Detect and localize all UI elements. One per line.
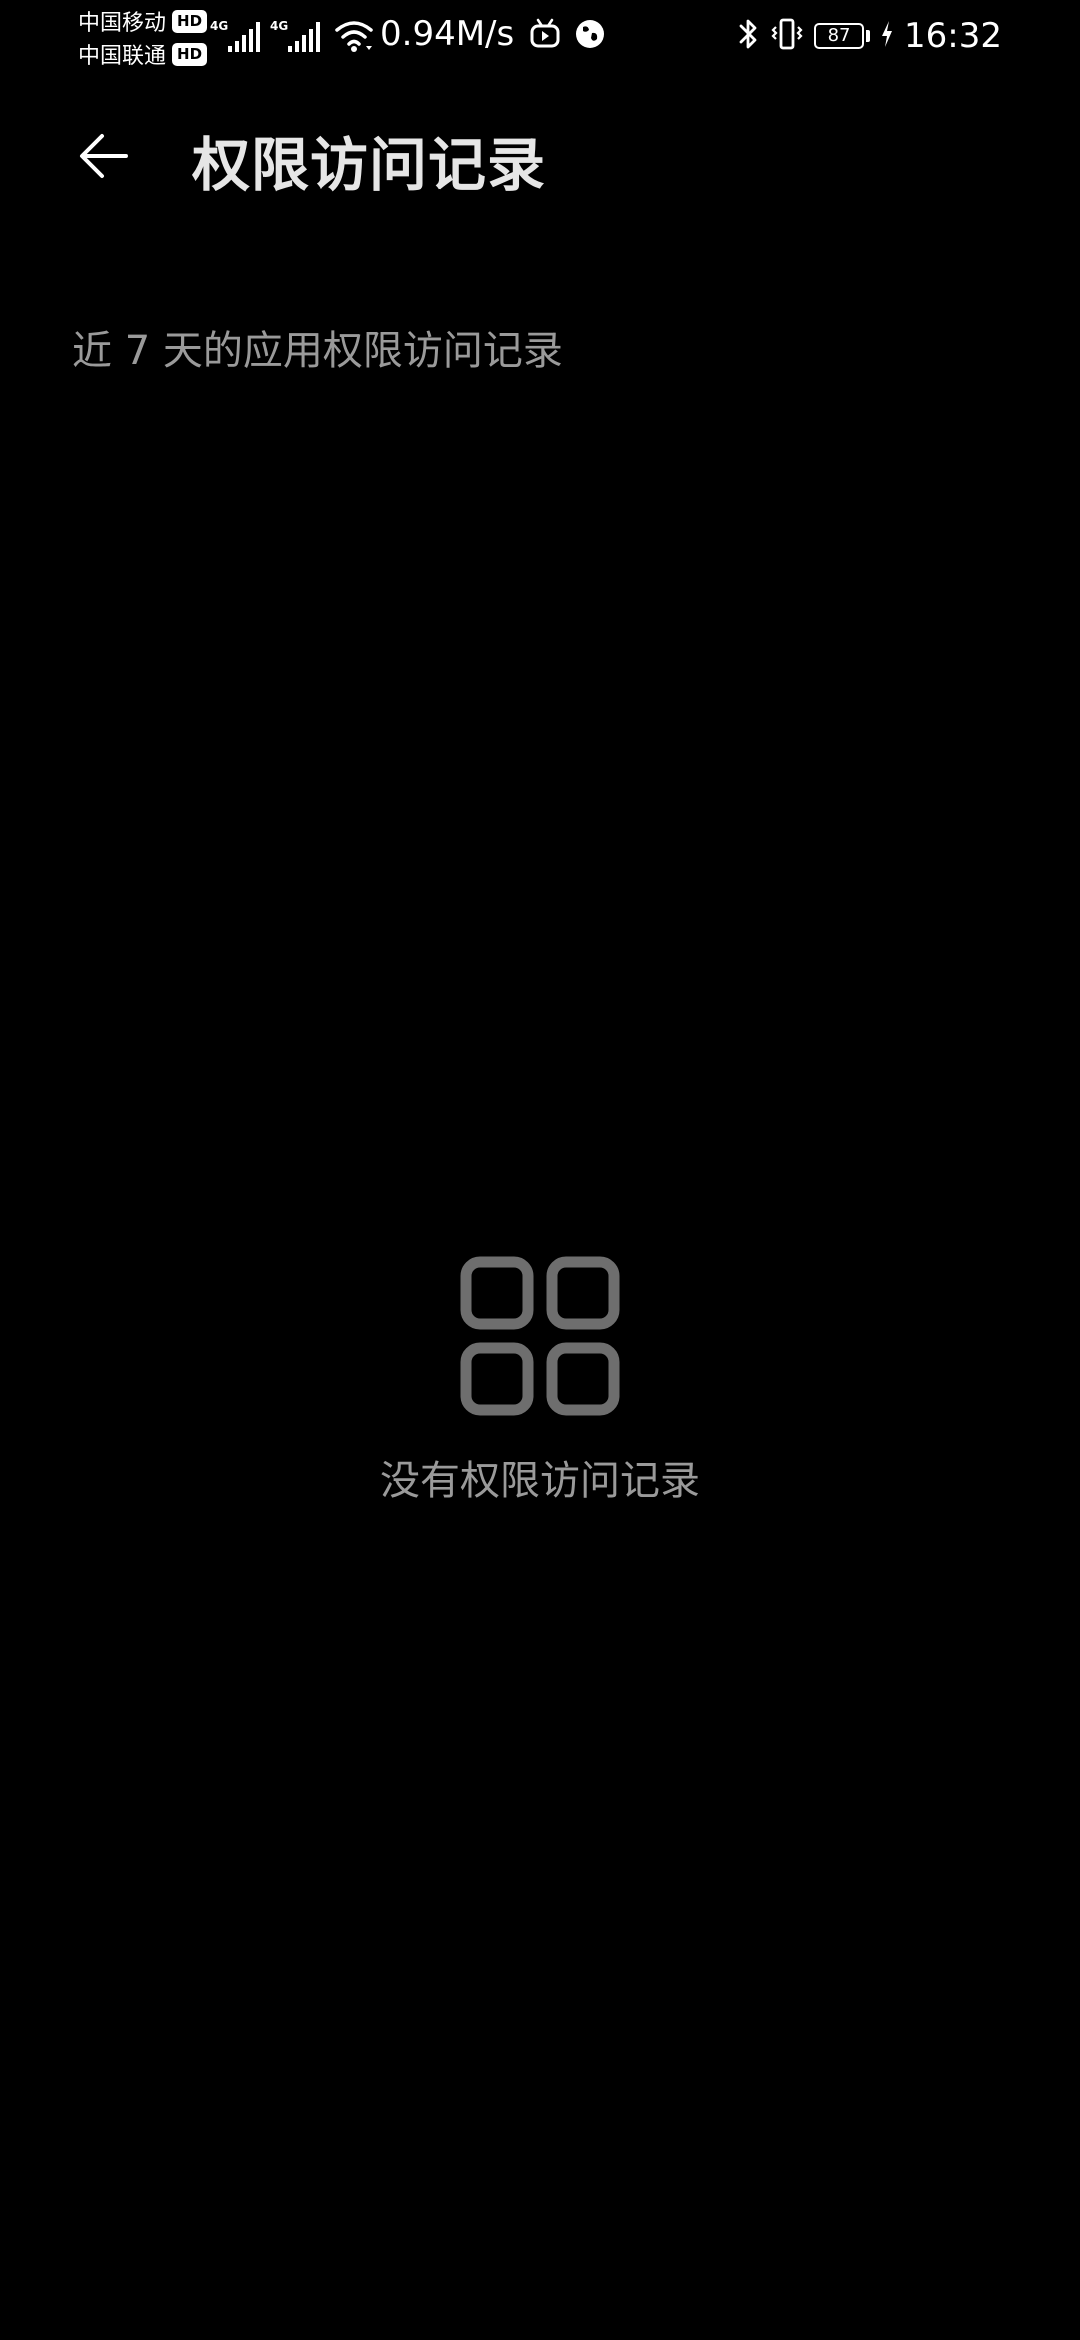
app-header: 权限访问记录 bbox=[0, 100, 1080, 212]
signal-indicators: 4G 4G bbox=[210, 18, 374, 54]
signal-2-icon: 4G bbox=[270, 18, 324, 54]
carrier-2: 中国联通 HD bbox=[78, 39, 208, 69]
app-grid-icon bbox=[460, 1256, 620, 1416]
vibrate-icon bbox=[770, 17, 804, 55]
browser-globe-icon bbox=[574, 18, 606, 54]
battery-indicator: 87 bbox=[814, 23, 871, 49]
carrier-info: 中国移动 HD 中国联通 HD bbox=[78, 6, 208, 69]
battery-level: 87 bbox=[814, 23, 865, 49]
carrier-2-name: 中国联通 bbox=[78, 44, 167, 69]
status-bar: 中国移动 HD 中国联通 HD 4G 4G 0.94M/s 87 16:32 bbox=[0, 0, 1080, 72]
network-type-2: 4G bbox=[270, 19, 288, 33]
section-subtitle: 近 7 天的应用权限访问记录 bbox=[72, 328, 563, 374]
page-title: 权限访问记录 bbox=[192, 131, 547, 199]
signal-1-icon: 4G bbox=[210, 18, 264, 54]
back-arrow-icon bbox=[74, 126, 134, 190]
back-button[interactable] bbox=[60, 114, 148, 202]
tv-app-icon bbox=[530, 18, 560, 54]
carrier-1: 中国移动 HD bbox=[78, 6, 208, 36]
battery-tip bbox=[866, 30, 871, 42]
carrier-1-name: 中国移动 bbox=[78, 11, 167, 36]
status-right: 87 16:32 bbox=[738, 14, 1002, 58]
empty-state: 没有权限访问记录 bbox=[0, 1256, 1080, 1506]
charging-icon bbox=[880, 20, 894, 52]
empty-state-message: 没有权限访问记录 bbox=[380, 1458, 700, 1504]
hd-badge-1: HD bbox=[172, 9, 208, 33]
network-speed: 0.94M/s bbox=[380, 14, 515, 54]
network-type-1: 4G bbox=[210, 19, 228, 33]
wifi-icon bbox=[334, 18, 374, 54]
clock: 16:32 bbox=[904, 16, 1002, 56]
bluetooth-icon bbox=[738, 17, 760, 55]
notification-icons bbox=[530, 18, 606, 54]
hd-badge-2: HD bbox=[172, 42, 208, 66]
